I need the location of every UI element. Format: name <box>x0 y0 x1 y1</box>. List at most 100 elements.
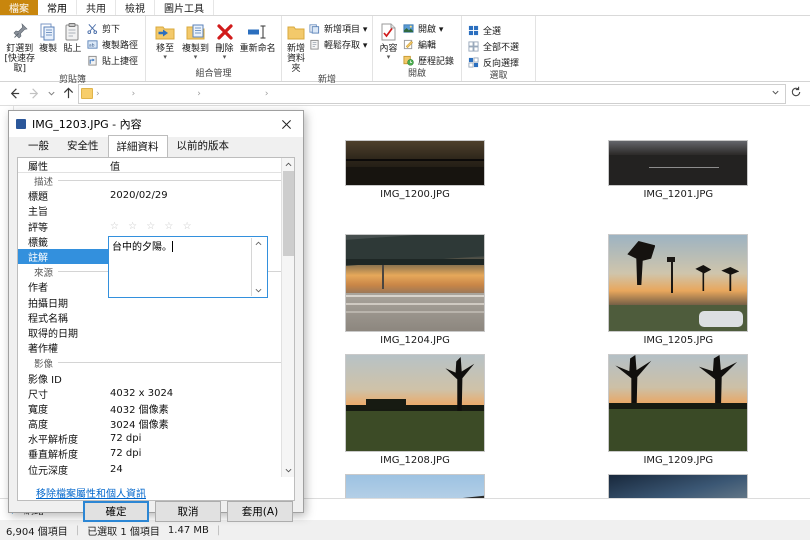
open-small-commands: 開啟 ▾ 編輯 歷程記錄 <box>401 19 457 68</box>
address-dropdown-icon[interactable] <box>767 88 783 100</box>
file-tile[interactable]: IMG_1204.JPG <box>283 232 546 352</box>
refresh-button[interactable] <box>786 86 806 101</box>
breadcrumb-separator-4[interactable]: › <box>264 89 270 99</box>
tab-share[interactable]: 共用 <box>77 0 116 15</box>
new-folder-button[interactable]: 新增資料夾 <box>286 19 306 74</box>
apply-button[interactable]: 套用(A) <box>227 501 293 522</box>
invert-selection-label: 反向選擇 <box>483 56 519 69</box>
property-value[interactable]: 72 dpi <box>110 448 294 459</box>
property-row[interactable]: 高度 3024 個像素 <box>18 416 294 431</box>
property-list-scrollbar[interactable] <box>281 158 294 477</box>
property-row[interactable]: 位元深度 24 <box>18 462 294 477</box>
property-list[interactable]: 屬性 值 描述 標題 2020/02/29 主旨 評等 <box>18 158 294 477</box>
file-thumbnail <box>608 140 748 186</box>
delete-button[interactable]: 刪除 ▾ <box>211 19 239 60</box>
new-item-button[interactable]: 新增項目 ▾ <box>307 21 370 36</box>
file-name: IMG_1200.JPG <box>380 189 450 201</box>
open-button[interactable]: 開啟 ▾ <box>401 21 457 36</box>
paste-label: 貼上 <box>63 44 81 54</box>
ribbon-body: 釘選到 [快速存取] 複製 貼上 <box>0 16 810 82</box>
file-name: IMG_1209.JPG <box>643 455 713 467</box>
copy-to-caret-icon[interactable]: ▾ <box>194 54 198 60</box>
property-value[interactable]: 72 dpi <box>110 433 294 444</box>
dialog-button-row: 確定 取消 套用(A) <box>9 501 303 522</box>
properties-caret-icon[interactable]: ▾ <box>387 54 391 60</box>
property-row[interactable]: 尺寸 4032 x 3024 <box>18 386 294 401</box>
ok-button[interactable]: 確定 <box>83 501 149 522</box>
easy-access-button[interactable]: 輕鬆存取 ▾ <box>307 37 370 52</box>
properties-button[interactable]: 內容 ▾ <box>377 19 400 60</box>
property-row[interactable]: 程式名稱 <box>18 310 294 325</box>
property-row[interactable]: 寬度 4032 個像素 <box>18 401 294 416</box>
scroll-down-icon[interactable] <box>285 465 292 477</box>
copy-to-button[interactable]: 複製到 ▾ <box>180 19 210 60</box>
paste-shortcut-button[interactable]: 貼上捷徑 <box>85 53 141 68</box>
select-none-button[interactable]: 全部不選 <box>466 39 522 54</box>
file-tile[interactable]: IMG_1201.JPG <box>547 112 810 232</box>
tab-picture-tools-label: 圖片工具 <box>164 0 204 15</box>
property-value[interactable]: 4032 x 3024 <box>110 388 294 399</box>
cancel-button[interactable]: 取消 <box>155 501 221 522</box>
select-all-button[interactable]: 全選 <box>466 23 522 38</box>
history-icon <box>402 54 415 67</box>
dialog-tab-details[interactable]: 詳細資料 <box>108 135 168 158</box>
breadcrumb-separator-3[interactable]: › <box>196 89 202 99</box>
scroll-down-icon[interactable] <box>255 286 262 295</box>
dialog-tab-previous-versions[interactable]: 以前的版本 <box>168 134 239 157</box>
file-tile[interactable]: IMG_1205.JPG <box>547 232 810 352</box>
history-button[interactable]: 歷程記錄 <box>401 53 457 68</box>
copy-button[interactable]: 複製 <box>36 19 59 54</box>
dialog-tab-security[interactable]: 安全性 <box>58 134 108 157</box>
property-row[interactable]: 取得的日期 <box>18 325 294 340</box>
property-section-description: 描述 <box>18 173 294 188</box>
pin-to-quick-access-button[interactable]: 釘選到 [快速存取] <box>4 19 35 74</box>
property-row[interactable]: 影像 ID <box>18 370 294 385</box>
file-tile[interactable]: IMG_1200.JPG <box>283 112 546 232</box>
tab-file[interactable]: 檔案 <box>0 0 38 15</box>
move-to-caret-icon[interactable]: ▾ <box>163 54 167 60</box>
cut-button[interactable]: 剪下 <box>85 21 141 36</box>
rating-stars[interactable]: ☆ ☆ ☆ ☆ ☆ <box>110 221 294 232</box>
scrollbar-thumb[interactable] <box>283 171 294 256</box>
property-name: 註解 <box>18 249 110 264</box>
rename-button[interactable]: 重新命名 <box>238 19 277 54</box>
property-row[interactable]: 著作權 <box>18 340 294 355</box>
dialog-tab-previous-versions-label: 以前的版本 <box>177 140 230 152</box>
property-row[interactable]: 垂直解析度 72 dpi <box>18 446 294 461</box>
close-icon[interactable] <box>269 111 303 137</box>
delete-caret-icon[interactable]: ▾ <box>223 54 227 60</box>
comments-edit-scrollbar[interactable] <box>251 238 264 296</box>
edit-button[interactable]: 編輯 <box>401 37 457 52</box>
value-column-header: 值 <box>110 158 294 173</box>
property-value[interactable]: 2020/02/29 <box>110 190 294 201</box>
ribbon-group-organize-label: 組合管理 <box>146 68 281 81</box>
scroll-up-icon[interactable] <box>285 158 292 170</box>
property-row[interactable]: 主旨 <box>18 203 294 218</box>
paste-button[interactable]: 貼上 <box>61 19 84 54</box>
file-explorer-window: 檔案 常用 共用 檢視 圖片工具 釘選到 [快速存取] 複製 <box>0 0 810 540</box>
remove-properties-link[interactable]: 移除檔案屬性和個人資訊 <box>36 489 146 500</box>
tab-home[interactable]: 常用 <box>38 0 77 15</box>
invert-selection-button[interactable]: 反向選擇 <box>466 55 522 70</box>
property-value[interactable]: 24 <box>110 464 294 475</box>
breadcrumb-separator-2[interactable]: › <box>131 89 137 99</box>
property-row[interactable]: 標題 2020/02/29 <box>18 188 294 203</box>
edit-label: 編輯 <box>418 38 436 51</box>
copy-path-button[interactable]: ab 複製路徑 <box>85 37 141 52</box>
property-row[interactable]: 水平解析度 72 dpi <box>18 431 294 446</box>
property-value[interactable]: 4032 個像素 <box>110 401 294 416</box>
property-section-origin-label: 來源 <box>34 265 53 279</box>
file-tile[interactable]: IMG_1209.JPG <box>547 352 810 472</box>
move-to-button[interactable]: 移至 ▾ <box>150 19 180 60</box>
dialog-tab-general[interactable]: 一般 <box>19 134 58 157</box>
tab-view[interactable]: 檢視 <box>116 0 155 15</box>
property-value[interactable]: 3024 個像素 <box>110 416 294 431</box>
paste-icon <box>62 21 82 43</box>
address-input[interactable]: › › › › <box>78 84 786 104</box>
comments-edit-textarea[interactable]: 台中的夕陽。 <box>108 236 268 298</box>
breadcrumb-separator[interactable]: › <box>95 89 101 99</box>
scroll-up-icon[interactable] <box>255 239 262 248</box>
file-tile[interactable]: IMG_1208.JPG <box>283 352 546 472</box>
property-row[interactable]: 評等 ☆ ☆ ☆ ☆ ☆ <box>18 219 294 234</box>
tab-picture-tools[interactable]: 圖片工具 <box>155 0 214 15</box>
